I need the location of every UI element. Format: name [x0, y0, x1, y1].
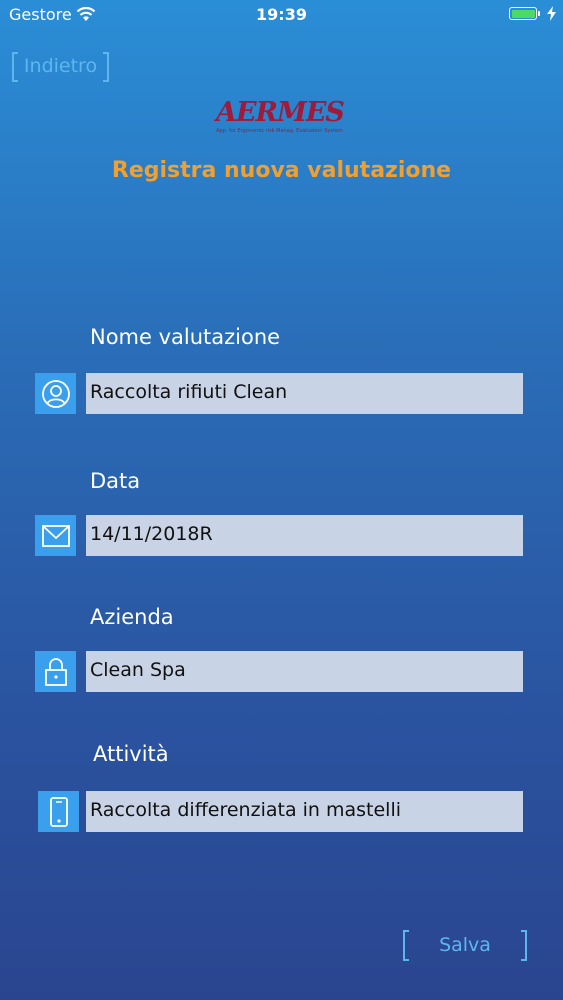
lock-icon — [35, 651, 76, 692]
field-label-azienda: Azienda — [90, 605, 174, 629]
phone-icon — [38, 791, 79, 832]
data-input[interactable]: 14/11/2018R — [86, 515, 523, 556]
field-label-attivita: Attività — [93, 742, 169, 766]
save-button[interactable]: Salva — [403, 930, 527, 961]
save-button-label: Salva — [439, 934, 491, 956]
attivita-input[interactable]: Raccolta differenziata in mastelli — [86, 791, 523, 832]
status-bar: Gestore 19:39 — [0, 0, 563, 30]
battery-icon — [509, 7, 537, 20]
back-button[interactable]: Indietro — [12, 52, 109, 82]
back-button-label: Indietro — [23, 55, 98, 77]
user-icon — [35, 373, 76, 414]
page-title: Registra nuova valutazione — [111, 158, 452, 183]
right-bracket — [103, 52, 109, 82]
field-label-data: Data — [90, 469, 141, 493]
battery-tip — [538, 11, 540, 16]
azienda-input[interactable]: Clean Spa — [86, 651, 523, 692]
logo-tagline: App. for Ergonomic risk Manag. Evaluatio… — [216, 128, 343, 134]
right-bracket — [521, 930, 527, 961]
app-logo: AERMES App. for Ergonomic risk Manag. Ev… — [216, 97, 346, 135]
logo-word: AERMES — [216, 97, 345, 128]
mail-icon — [35, 515, 76, 556]
nome-valutazione-input[interactable]: Raccolta rifiuti Clean — [86, 373, 523, 414]
charging-icon — [547, 6, 556, 25]
field-label-nome: Nome valutazione — [90, 325, 281, 349]
status-time: 19:39 — [256, 5, 307, 24]
